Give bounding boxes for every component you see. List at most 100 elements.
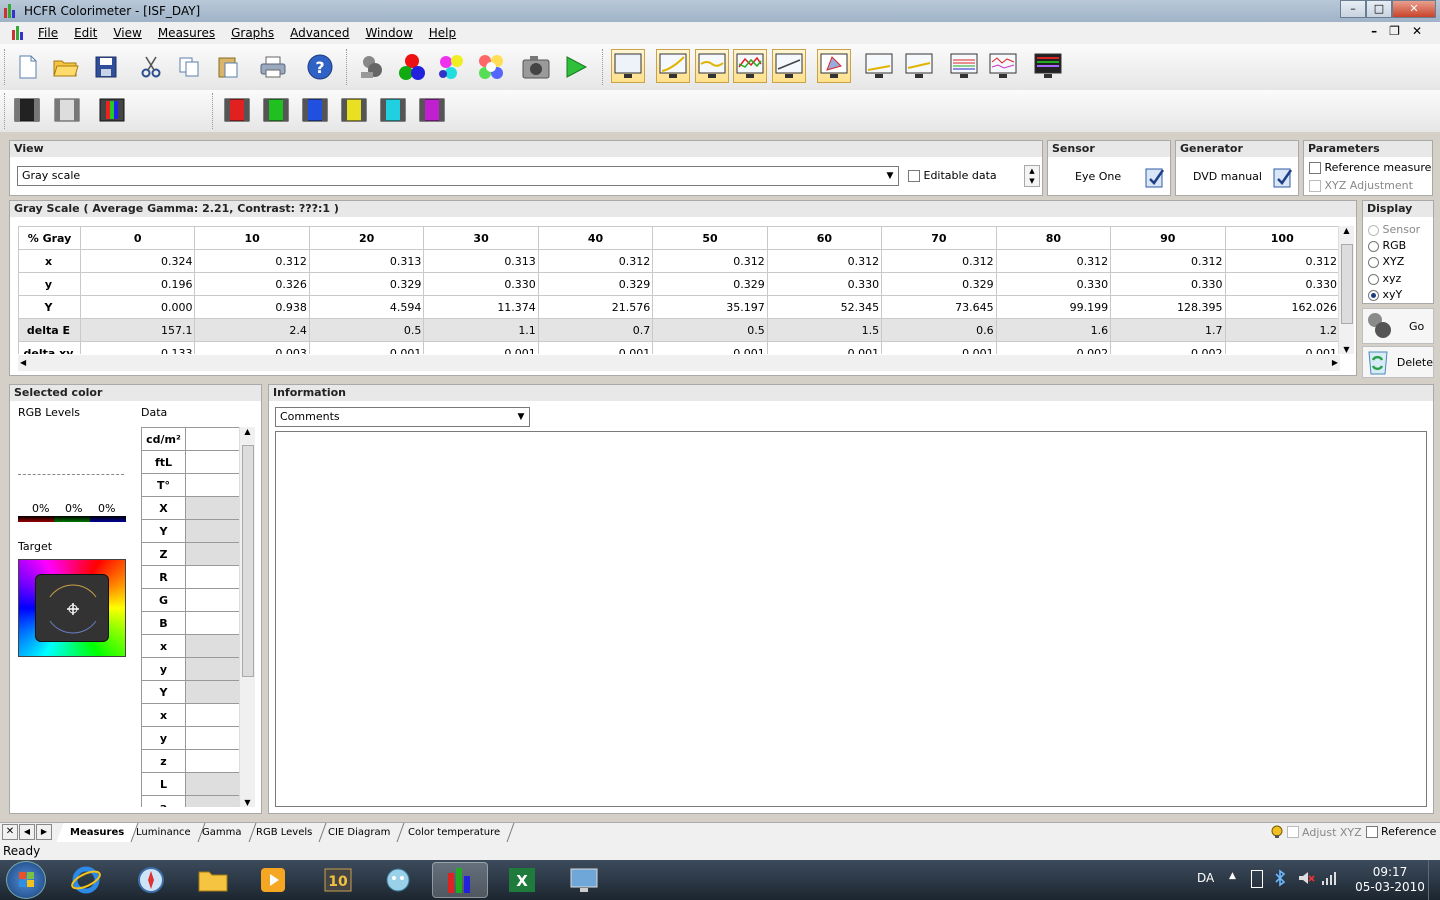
saturations-icon[interactable] <box>474 50 508 84</box>
network-signal-icon[interactable] <box>1321 870 1337 889</box>
table-cell[interactable]: 1.6 <box>995 318 1112 342</box>
radio-xyz-lower[interactable] <box>1368 273 1379 285</box>
table-cell[interactable]: 0.6 <box>881 318 997 342</box>
table-cell[interactable]: 0.312 <box>194 249 310 273</box>
scroll-down-icon[interactable]: ▼ <box>240 798 255 807</box>
deltae-graph-icon[interactable] <box>986 49 1020 83</box>
column-header[interactable]: 0 <box>79 226 196 250</box>
sensor-icon[interactable] <box>355 50 389 84</box>
table-cell[interactable]: 0.133 <box>79 341 196 354</box>
grid-horizontal-scrollbar[interactable]: ◀ ▶ <box>18 355 1340 371</box>
taskbar-excel[interactable]: X <box>494 862 550 898</box>
gray-film-icon[interactable] <box>50 93 84 127</box>
table-cell[interactable]: 35.197 <box>652 295 768 319</box>
table-cell[interactable]: 0.196 <box>79 272 196 296</box>
tab-color-temperature[interactable]: Color temperature <box>394 823 515 842</box>
display-option-xyz-upper[interactable]: XYZ <box>1368 255 1404 268</box>
table-cell[interactable]: 0.001 <box>423 341 539 354</box>
taskbar-remote-desktop[interactable] <box>556 862 612 898</box>
display-option-xyy[interactable]: xyY <box>1368 288 1402 301</box>
taskbar-app-10[interactable]: 10 <box>310 862 366 898</box>
menu-graphs[interactable]: Graphs <box>223 26 282 40</box>
table-cell[interactable]: 0.001 <box>766 341 883 354</box>
table-cell[interactable]: 0.312 <box>1224 249 1340 273</box>
volume-muted-icon[interactable] <box>1297 869 1315 890</box>
xyz-adjustment-toggle[interactable]: XYZ Adjustment <box>1309 179 1413 192</box>
menu-help[interactable]: Help <box>421 26 464 40</box>
reference-toggle[interactable]: Reference <box>1366 825 1436 838</box>
table-cell[interactable]: 4.594 <box>308 295 425 319</box>
toolbar-grip[interactable] <box>4 49 7 85</box>
play-icon[interactable] <box>559 50 593 84</box>
save-icon[interactable] <box>89 50 123 84</box>
xyz-adjustment-checkbox[interactable] <box>1309 180 1321 192</box>
display-option-sensor[interactable]: Sensor <box>1368 223 1420 236</box>
column-header[interactable]: 80 <box>995 226 1112 250</box>
scroll-left-icon[interactable]: ◀ <box>20 355 26 371</box>
close-button[interactable]: ✕ <box>1392 0 1436 18</box>
table-cell[interactable]: 0.330 <box>423 272 539 296</box>
show-desktop-button[interactable] <box>1428 860 1440 900</box>
table-cell[interactable]: 0.312 <box>766 249 883 273</box>
information-select[interactable]: Comments ▼ <box>275 407 530 427</box>
primaries-icon[interactable] <box>395 50 429 84</box>
menu-window[interactable]: Window <box>357 26 420 40</box>
table-cell[interactable]: 0.000 <box>79 295 196 319</box>
table-cell[interactable]: 1.1 <box>423 318 539 342</box>
menu-file[interactable]: File <box>30 26 66 40</box>
table-cell[interactable]: 0.002 <box>1110 341 1226 354</box>
mdi-restore-button[interactable]: ❐ <box>1389 24 1400 38</box>
table-cell[interactable]: 0.001 <box>1224 341 1340 354</box>
column-header[interactable]: 40 <box>537 226 654 250</box>
table-cell[interactable]: 0.312 <box>537 249 654 273</box>
tab-cie-diagram[interactable]: CIE Diagram <box>314 823 405 842</box>
table-cell[interactable]: 0.329 <box>537 272 654 296</box>
open-folder-icon[interactable] <box>49 50 83 84</box>
red-film-icon[interactable] <box>220 93 254 127</box>
editable-data-toggle[interactable]: Editable data <box>908 169 997 182</box>
minimize-button[interactable]: – <box>1340 0 1366 18</box>
generator-config-icon[interactable] <box>1272 165 1294 189</box>
table-cell[interactable]: 0.329 <box>652 272 768 296</box>
color-temp-graph-icon[interactable] <box>772 49 806 83</box>
table-cell[interactable]: 0.7 <box>537 318 654 342</box>
scroll-up-icon[interactable]: ▲ <box>1339 226 1354 235</box>
table-cell[interactable]: 0.312 <box>881 249 997 273</box>
camera-icon[interactable] <box>519 50 553 84</box>
table-cell[interactable]: 0.329 <box>881 272 997 296</box>
table-cell[interactable]: 0.5 <box>652 318 768 342</box>
battery-icon[interactable] <box>1251 870 1263 888</box>
table-cell[interactable]: 0.001 <box>537 341 654 354</box>
column-header[interactable]: 90 <box>1110 226 1226 250</box>
blue-film-icon[interactable] <box>298 93 332 127</box>
chevron-down-icon[interactable]: ▼ <box>882 167 898 185</box>
column-header[interactable]: 70 <box>881 226 997 250</box>
graph-window-icon[interactable] <box>862 49 896 83</box>
column-header[interactable]: 50 <box>652 226 768 250</box>
table-cell[interactable]: 73.645 <box>881 295 997 319</box>
taskbar-browser[interactable] <box>123 862 179 898</box>
green-film-icon[interactable] <box>259 93 293 127</box>
table-cell[interactable]: 0.330 <box>766 272 883 296</box>
table-cell[interactable]: 0.5 <box>308 318 425 342</box>
column-header[interactable]: 60 <box>766 226 883 250</box>
display-option-rgb[interactable]: RGB <box>1368 239 1406 252</box>
scrollbar-thumb[interactable] <box>242 445 254 677</box>
chevron-down-icon[interactable]: ▼ <box>513 408 529 426</box>
taskbar-messenger[interactable] <box>370 862 426 898</box>
table-cell[interactable]: 0.938 <box>194 295 310 319</box>
tab-close-icon[interactable]: ✕ <box>2 824 18 840</box>
table-cell[interactable]: 0.326 <box>194 272 310 296</box>
column-header[interactable]: 30 <box>423 226 539 250</box>
delete-button[interactable]: Delete <box>1362 346 1434 378</box>
table-cell[interactable]: 157.1 <box>79 318 196 342</box>
column-header[interactable]: 100 <box>1224 226 1340 250</box>
go-button[interactable]: Go <box>1362 308 1434 344</box>
tab-rgb-levels[interactable]: RGB Levels <box>242 823 327 842</box>
secondaries-icon[interactable] <box>435 50 469 84</box>
table-cell[interactable]: 0.001 <box>881 341 997 354</box>
view-select[interactable]: Gray scale ▼ <box>17 166 899 186</box>
grid-vertical-scrollbar[interactable]: ▲ ▼ <box>1338 226 1354 354</box>
table-cell[interactable]: 52.345 <box>766 295 883 319</box>
multi-series-graph-icon[interactable] <box>947 49 981 83</box>
